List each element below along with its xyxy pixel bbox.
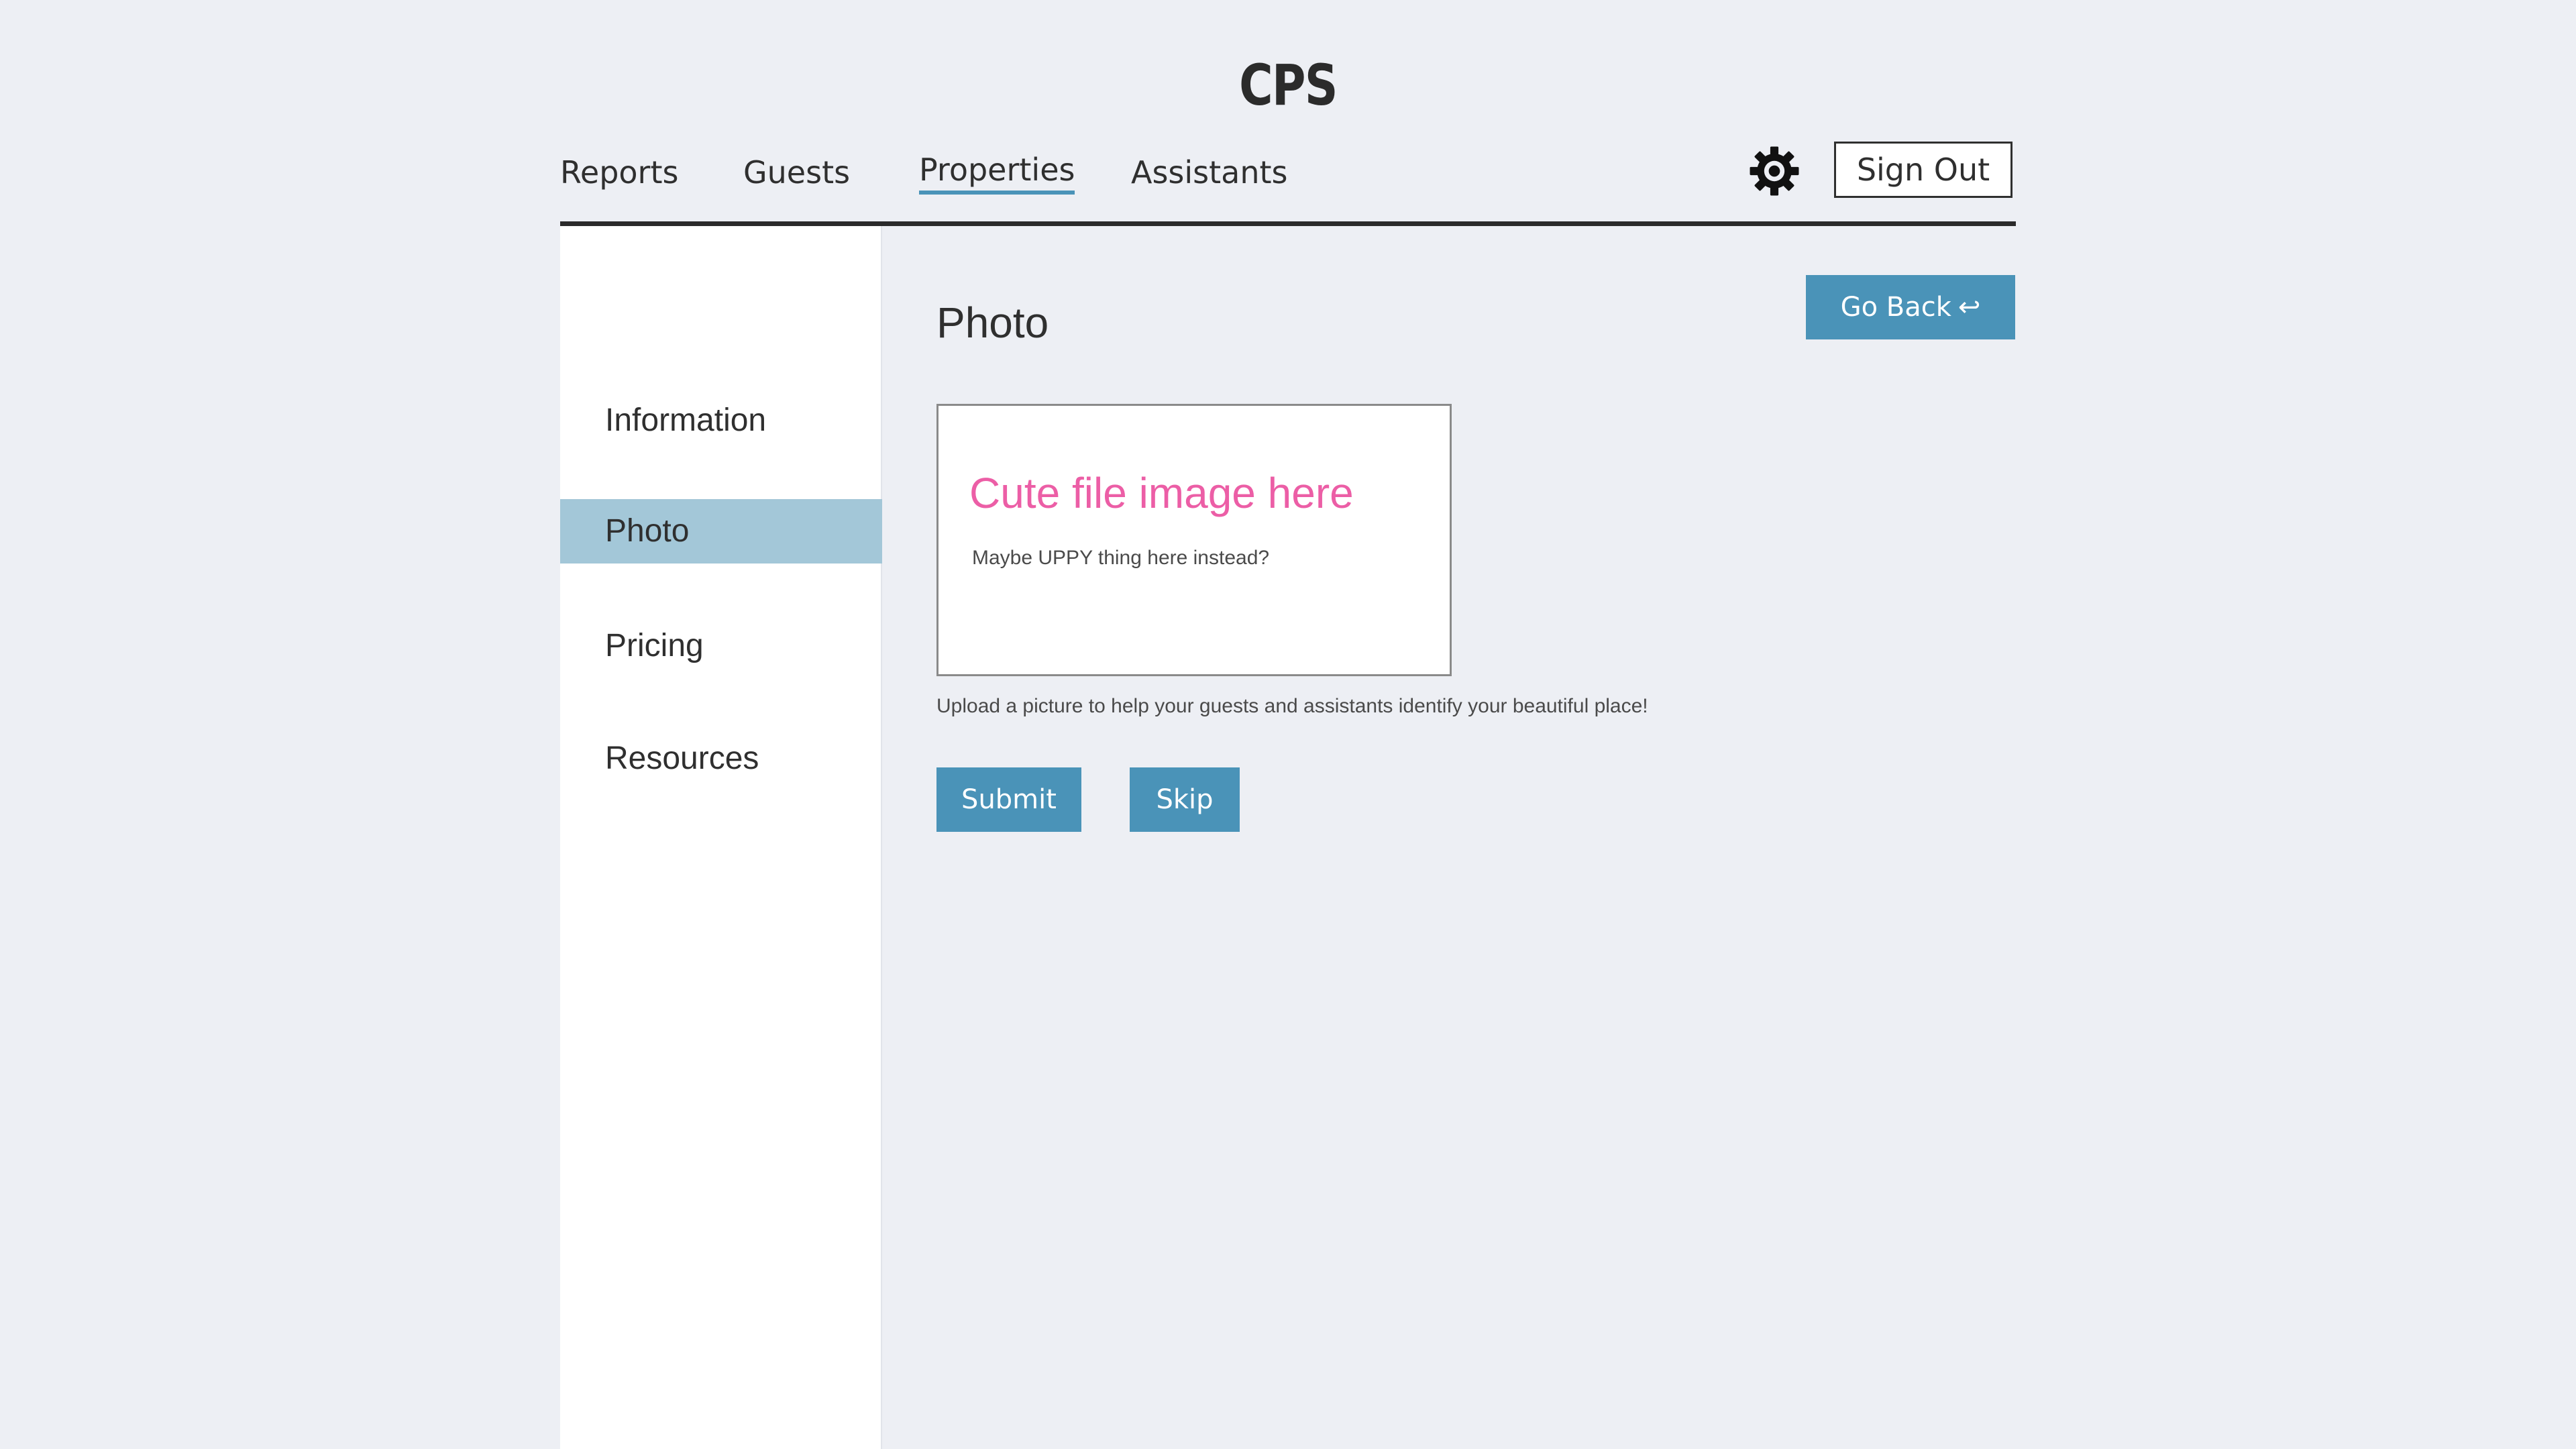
nav-guests[interactable]: Guests xyxy=(743,149,850,196)
go-back-label: Go Back xyxy=(1840,292,1951,323)
upload-help-text: Upload a picture to help your guests and… xyxy=(936,695,1648,717)
go-back-button[interactable]: Go Back ↩ xyxy=(1806,275,2015,339)
sidebar-item-resources[interactable]: Resources xyxy=(560,727,882,791)
return-arrow-icon: ↩ xyxy=(1957,292,1981,323)
nav-properties[interactable]: Properties xyxy=(919,149,1075,195)
nav-reports[interactable]: Reports xyxy=(560,149,678,196)
app-logo: CPS xyxy=(1239,52,1338,118)
nav-assistants[interactable]: Assistants xyxy=(1131,149,1288,196)
dropzone-title: Cute file image here xyxy=(969,469,1354,517)
page-title: Photo xyxy=(936,299,1049,347)
sidebar-item-information[interactable]: Information xyxy=(560,388,882,453)
skip-button[interactable]: Skip xyxy=(1130,767,1240,832)
sidebar: Information Photo Pricing Resources xyxy=(560,226,882,1449)
sign-out-button[interactable]: Sign Out xyxy=(1834,142,2012,198)
submit-button[interactable]: Submit xyxy=(936,767,1081,832)
dropzone-subtitle: Maybe UPPY thing here instead? xyxy=(972,547,1270,569)
sidebar-item-pricing[interactable]: Pricing xyxy=(560,614,882,678)
photo-dropzone[interactable]: Cute file image here Maybe UPPY thing he… xyxy=(936,404,1452,676)
sidebar-item-photo[interactable]: Photo xyxy=(560,499,882,564)
gear-icon[interactable] xyxy=(1749,146,1800,197)
header-divider xyxy=(560,221,2016,226)
